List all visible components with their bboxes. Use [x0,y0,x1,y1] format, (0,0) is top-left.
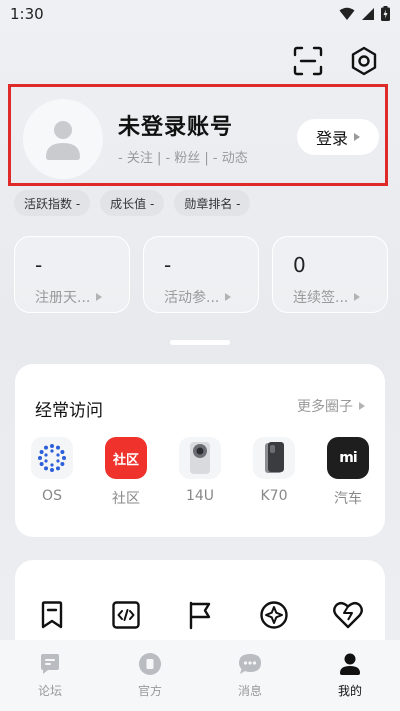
code-icon [112,601,140,629]
stat-value: 0 [293,253,306,277]
avatar[interactable] [23,99,103,179]
arrow-right-icon [359,402,365,410]
stat-label-text: 连续签... [293,290,349,306]
nav-item-me[interactable]: 我的 [300,640,400,711]
frequent-item-community[interactable]: 社区 社区 [89,437,163,508]
stat-label-text: 注册天... [35,290,91,306]
top-actions [292,45,380,77]
nav-label: 消息 [237,684,262,698]
community-logo-icon: 社区 [105,437,147,479]
nav-label: 我的 [337,684,362,698]
stat-label: 连续签... [293,287,361,307]
message-icon [239,654,261,674]
scan-icon[interactable] [292,45,324,77]
stat-value: - [35,253,43,277]
bottom-nav: 论坛 官方 消息 我的 [0,640,400,711]
more-circles-label: 更多圈子 [297,399,353,415]
frequent-visits-title: 经常访问 [35,401,103,421]
tools-row [15,600,385,630]
frequent-item-k70[interactable]: K70 [237,437,311,508]
bookmark-icon [41,601,63,629]
phone-k70-icon [253,437,295,479]
status-bar: 1:30 [0,0,400,28]
profile-icon [340,653,360,675]
signal-icon [362,7,374,20]
frequent-item-car[interactable]: mi 汽车 [311,437,385,508]
compass-icon [260,601,288,629]
stat-card-consecutive-checkin[interactable]: 0 连续签... [272,236,388,313]
forum-icon [41,654,59,674]
profile-section: 未登录账号 - 关注 | - 粉丝 | - 动态 登录 [8,84,388,186]
more-circles-link[interactable]: 更多圈子 [297,396,365,416]
flag-icon [189,601,211,630]
nav-item-official[interactable]: 官方 [100,640,200,711]
frequent-visits-card: 经常访问 更多圈子 OS 社区 社区 14U K70 mi 汽车 [15,364,385,537]
stat-value: - [164,253,172,277]
phone-14u-icon [179,437,221,479]
chip-medal-rank[interactable]: 勋章排名 - [174,190,251,216]
login-button[interactable]: 登录 [297,119,379,155]
arrow-right-icon [354,133,360,141]
community-logo-text: 社区 [112,452,139,468]
login-button-label: 登录 [315,129,348,148]
car-logo-text: mi [339,450,357,466]
stat-label-text: 活动参... [164,290,220,306]
nav-label: 论坛 [37,684,62,698]
tool-flag[interactable] [163,600,237,630]
stat-card-registered-days[interactable]: - 注册天... [14,236,130,313]
arrow-right-icon [354,293,361,301]
frequent-visits-list: OS 社区 社区 14U K70 mi 汽车 [15,437,385,508]
chip-activity-index[interactable]: 活跃指数 - [14,190,91,216]
tool-code[interactable] [89,600,163,630]
nav-item-messages[interactable]: 消息 [200,640,300,711]
default-avatar-icon [46,121,80,160]
status-icons [339,6,390,21]
status-time: 1:30 [10,5,44,23]
frequent-item-label: OS [42,488,62,504]
tool-favorites[interactable] [311,600,385,630]
car-logo-icon: mi [327,437,369,479]
nav-label: 官方 [137,684,162,698]
stat-card-activity-participation[interactable]: - 活动参... [143,236,259,313]
profile-name: 未登录账号 [118,115,234,140]
settings-icon[interactable] [348,45,380,77]
arrow-right-icon [96,293,103,301]
drag-handle[interactable] [170,340,230,345]
frequent-item-label: K70 [260,488,288,504]
chip-growth-value[interactable]: 成长值 - [100,190,165,216]
os-logo-icon [31,437,73,479]
heart-icon [333,601,363,629]
metric-chips: 活跃指数 - 成长值 - 勋章排名 - [14,190,251,216]
frequent-item-os[interactable]: OS [15,437,89,508]
frequent-item-label: 汽车 [334,491,362,507]
official-icon [139,653,161,675]
stat-cards: - 注册天... - 活动参... 0 连续签... [14,236,388,313]
tool-bookmarks[interactable] [15,600,89,630]
stat-label: 注册天... [35,287,103,307]
frequent-item-14u[interactable]: 14U [163,437,237,508]
wifi-icon [339,7,355,20]
tool-explore[interactable] [237,600,311,630]
frequent-item-label: 社区 [112,491,140,507]
profile-stats: - 关注 | - 粉丝 | - 动态 [118,151,248,166]
stat-label: 活动参... [164,287,232,307]
nav-item-forum[interactable]: 论坛 [0,640,100,711]
arrow-right-icon [225,293,232,301]
battery-icon [381,6,390,21]
frequent-item-label: 14U [185,488,215,504]
